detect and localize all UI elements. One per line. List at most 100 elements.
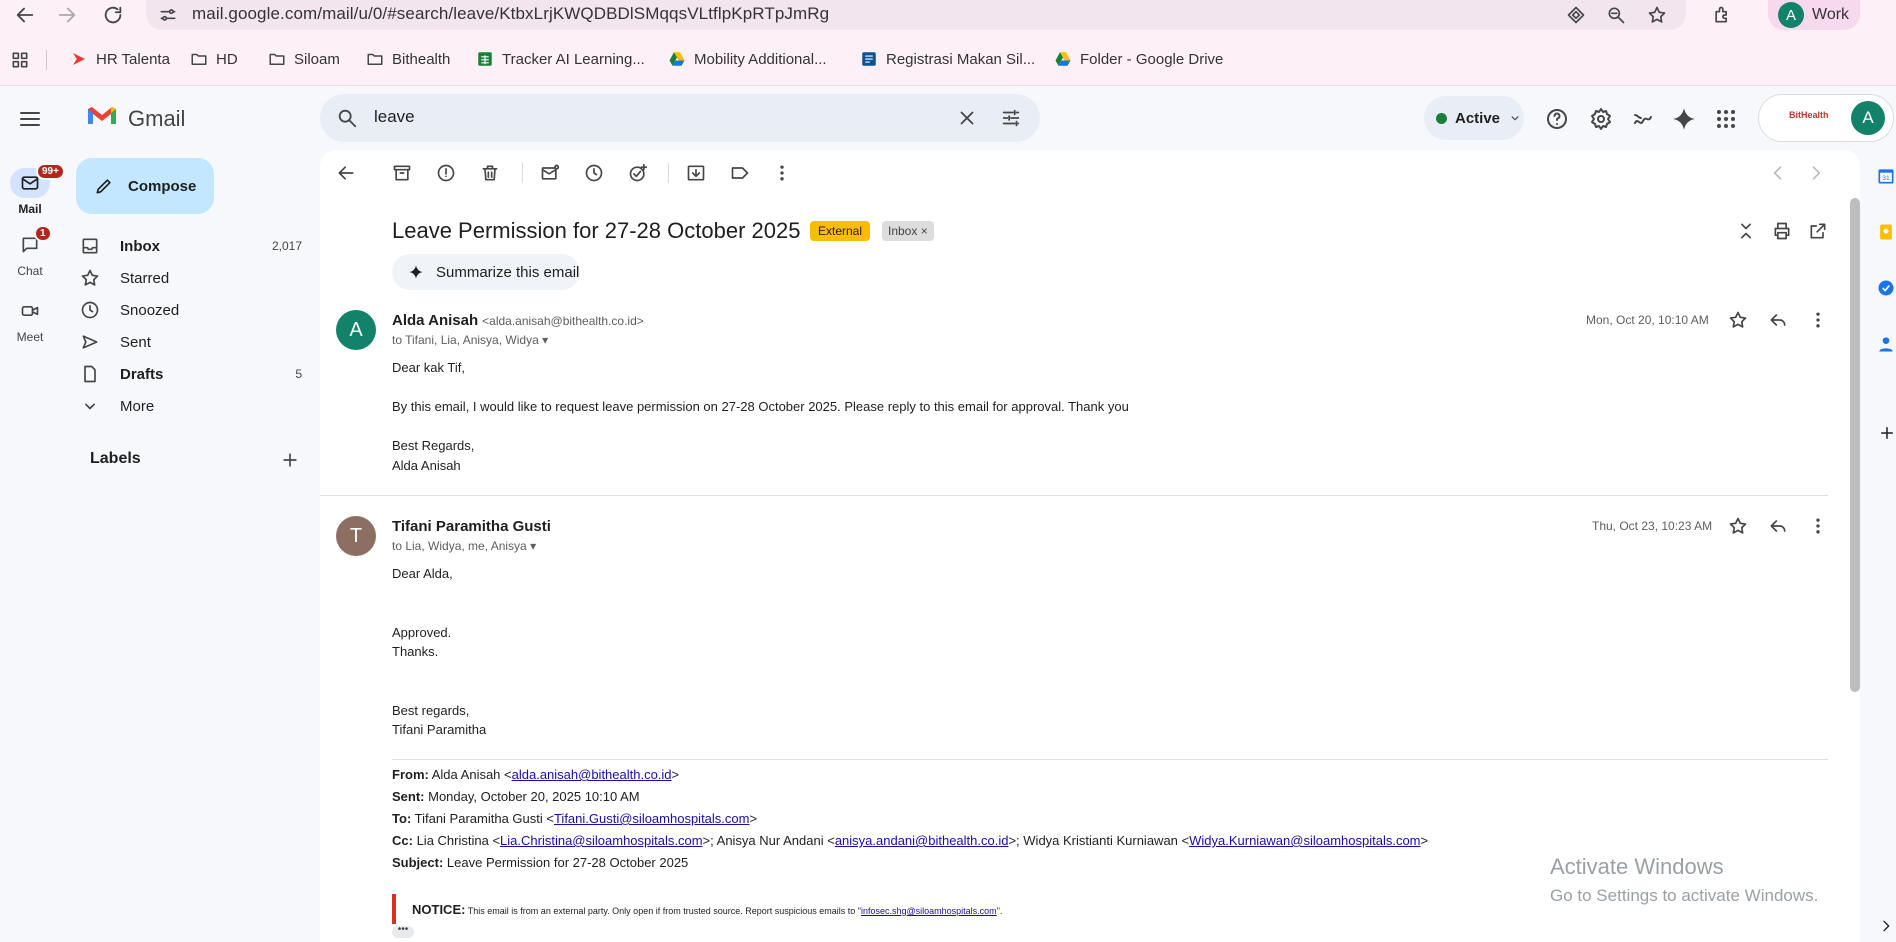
search-input[interactable]: [374, 107, 934, 127]
sender-name[interactable]: Alda Anisah <alda.anisah@bithealth.co.id>: [392, 312, 644, 329]
report-spam-icon[interactable]: [436, 163, 456, 183]
add-app-icon[interactable]: [1878, 424, 1896, 442]
move-to-icon[interactable]: [686, 163, 706, 183]
folder-icon: [269, 53, 285, 65]
email-link[interactable]: infosec.shg@siloamhospitals.com: [861, 906, 997, 916]
expand-panel-icon[interactable]: [1878, 918, 1894, 934]
quoted-to: To: Tifani Paramitha Gusti <Tifani.Gusti…: [392, 811, 758, 826]
compose-button[interactable]: Compose: [76, 158, 214, 214]
collapse-all-icon[interactable]: [1736, 221, 1756, 241]
calendar-icon[interactable]: 31: [1876, 166, 1896, 186]
search-bar[interactable]: [320, 94, 1040, 142]
settings-gear-icon[interactable]: [1589, 107, 1613, 131]
recipients-line[interactable]: to Lia, Widya, me, Anisya ▾: [392, 539, 536, 553]
nav-sent[interactable]: Sent: [80, 326, 302, 358]
rail-chat[interactable]: 1 Chat: [0, 225, 60, 278]
sender-name[interactable]: Tifani Paramitha Gusti: [392, 518, 551, 535]
url-text[interactable]: mail.google.com/mail/u/0/#search/leave/K…: [192, 4, 829, 24]
nav-inbox[interactable]: Inbox 2,017: [80, 230, 302, 262]
gmail-logo-icon[interactable]: [86, 104, 118, 128]
profile-name[interactable]: Work: [1812, 6, 1849, 24]
video-icon: [21, 306, 39, 316]
zoom-icon[interactable]: [1606, 5, 1626, 25]
help-icon[interactable]: [1545, 107, 1569, 131]
star-icon[interactable]: [1728, 516, 1748, 536]
recipient-details-icon[interactable]: ▾: [530, 539, 536, 553]
nav-drafts[interactable]: Drafts 5: [80, 358, 302, 390]
extensions-icon[interactable]: [1712, 5, 1732, 25]
reload-icon[interactable]: [102, 4, 124, 26]
quoted-sent: Sent: Monday, October 20, 2025 10:10 AM: [392, 789, 640, 804]
bookmark-folder-drive[interactable]: Folder - Google Drive: [1054, 50, 1223, 68]
label-icon[interactable]: [730, 163, 750, 183]
summarize-button[interactable]: Summarize this email: [392, 254, 580, 290]
delete-icon[interactable]: [480, 163, 500, 183]
tasks-icon[interactable]: [1876, 278, 1896, 298]
google-apps-icon[interactable]: [1714, 107, 1738, 131]
gemini-sparkle-icon[interactable]: [1671, 106, 1697, 132]
email-link[interactable]: anisya.andani@bithealth.co.id: [835, 833, 1009, 848]
open-new-window-icon[interactable]: [1808, 221, 1828, 241]
add-task-icon[interactable]: [628, 163, 648, 183]
apps-grid-icon[interactable]: [10, 50, 30, 70]
more-vert-icon[interactable]: [1808, 310, 1828, 330]
bookmark-bithealth[interactable]: Bithealth: [366, 50, 450, 68]
status-chip[interactable]: Active: [1424, 96, 1524, 140]
back-icon[interactable]: [14, 4, 36, 26]
drive-icon: [1055, 52, 1071, 66]
bookmark-registrasi[interactable]: Registrasi Makan Sil...: [860, 50, 1035, 68]
gemini-tools-icon[interactable]: [1631, 107, 1655, 131]
snooze-icon[interactable]: [584, 163, 604, 183]
bookmark-siloam[interactable]: Siloam: [268, 50, 340, 68]
windows-watermark-subtitle: Go to Settings to activate Windows.: [1550, 886, 1819, 905]
keep-icon[interactable]: [1876, 222, 1896, 242]
email-link[interactable]: Widya.Kurniawan@siloamhospitals.com: [1189, 833, 1420, 848]
email-link[interactable]: Tifani.Gusti@siloamhospitals.com: [554, 811, 750, 826]
sender-avatar[interactable]: A: [336, 310, 376, 350]
gmail-logo-text[interactable]: Gmail: [128, 106, 185, 132]
show-trimmed-content-button[interactable]: •••: [392, 925, 414, 938]
recipient-details-icon[interactable]: ▾: [542, 333, 548, 347]
search-options-icon[interactable]: [1000, 107, 1022, 129]
inbox-tag[interactable]: Inbox ×: [882, 221, 934, 241]
bookmark-hd[interactable]: HD: [190, 50, 238, 68]
more-vert-icon[interactable]: [1808, 516, 1828, 536]
add-label-icon[interactable]: [280, 450, 300, 470]
reply-icon[interactable]: [1768, 310, 1788, 330]
lens-icon[interactable]: [1566, 5, 1586, 25]
account-chip[interactable]: BitHealth A: [1758, 94, 1894, 142]
email-link[interactable]: alda.anisah@bithealth.co.id: [512, 767, 672, 782]
rail-meet[interactable]: Meet: [0, 296, 60, 344]
bookmark-star-icon[interactable]: [1647, 5, 1667, 25]
email-link[interactable]: Lia.Christina@siloamhospitals.com: [500, 833, 703, 848]
archive-icon[interactable]: [392, 163, 412, 183]
scrollbar-thumb[interactable]: [1850, 198, 1860, 692]
rail-mail[interactable]: 99+ Mail: [0, 163, 65, 216]
clear-search-icon[interactable]: [956, 107, 978, 129]
status-dot: [1436, 112, 1447, 124]
more-vert-icon[interactable]: [772, 163, 792, 183]
body-line: Tifani Paramitha: [392, 722, 487, 737]
recipients-line[interactable]: to Tifani, Lia, Anisya, Widya ▾: [392, 333, 548, 347]
account-avatar[interactable]: A: [1851, 101, 1885, 135]
search-icon[interactable]: [336, 107, 358, 129]
contacts-icon[interactable]: [1876, 334, 1896, 354]
reply-icon[interactable]: [1768, 516, 1788, 536]
nav-starred[interactable]: Starred: [80, 262, 302, 294]
nav-more[interactable]: More: [80, 390, 302, 422]
bookmark-hr-talenta[interactable]: HR Talenta: [70, 50, 170, 68]
star-icon[interactable]: [1728, 310, 1748, 330]
remove-label-icon[interactable]: ×: [921, 224, 928, 238]
back-to-results-icon[interactable]: [336, 163, 356, 183]
forward-icon[interactable]: [56, 4, 78, 26]
sender-avatar[interactable]: T: [336, 516, 376, 556]
older-icon[interactable]: [1806, 163, 1826, 183]
newer-icon[interactable]: [1768, 163, 1788, 183]
profile-avatar[interactable]: A: [1778, 2, 1804, 28]
site-info-icon[interactable]: [158, 5, 178, 25]
bookmark-tracker-ai[interactable]: Tracker AI Learning...: [476, 50, 645, 68]
bookmark-mobility[interactable]: Mobility Additional...: [668, 50, 827, 68]
mark-unread-icon[interactable]: [540, 163, 560, 183]
nav-snoozed[interactable]: Snoozed: [80, 294, 302, 326]
print-icon[interactable]: [1772, 221, 1792, 241]
